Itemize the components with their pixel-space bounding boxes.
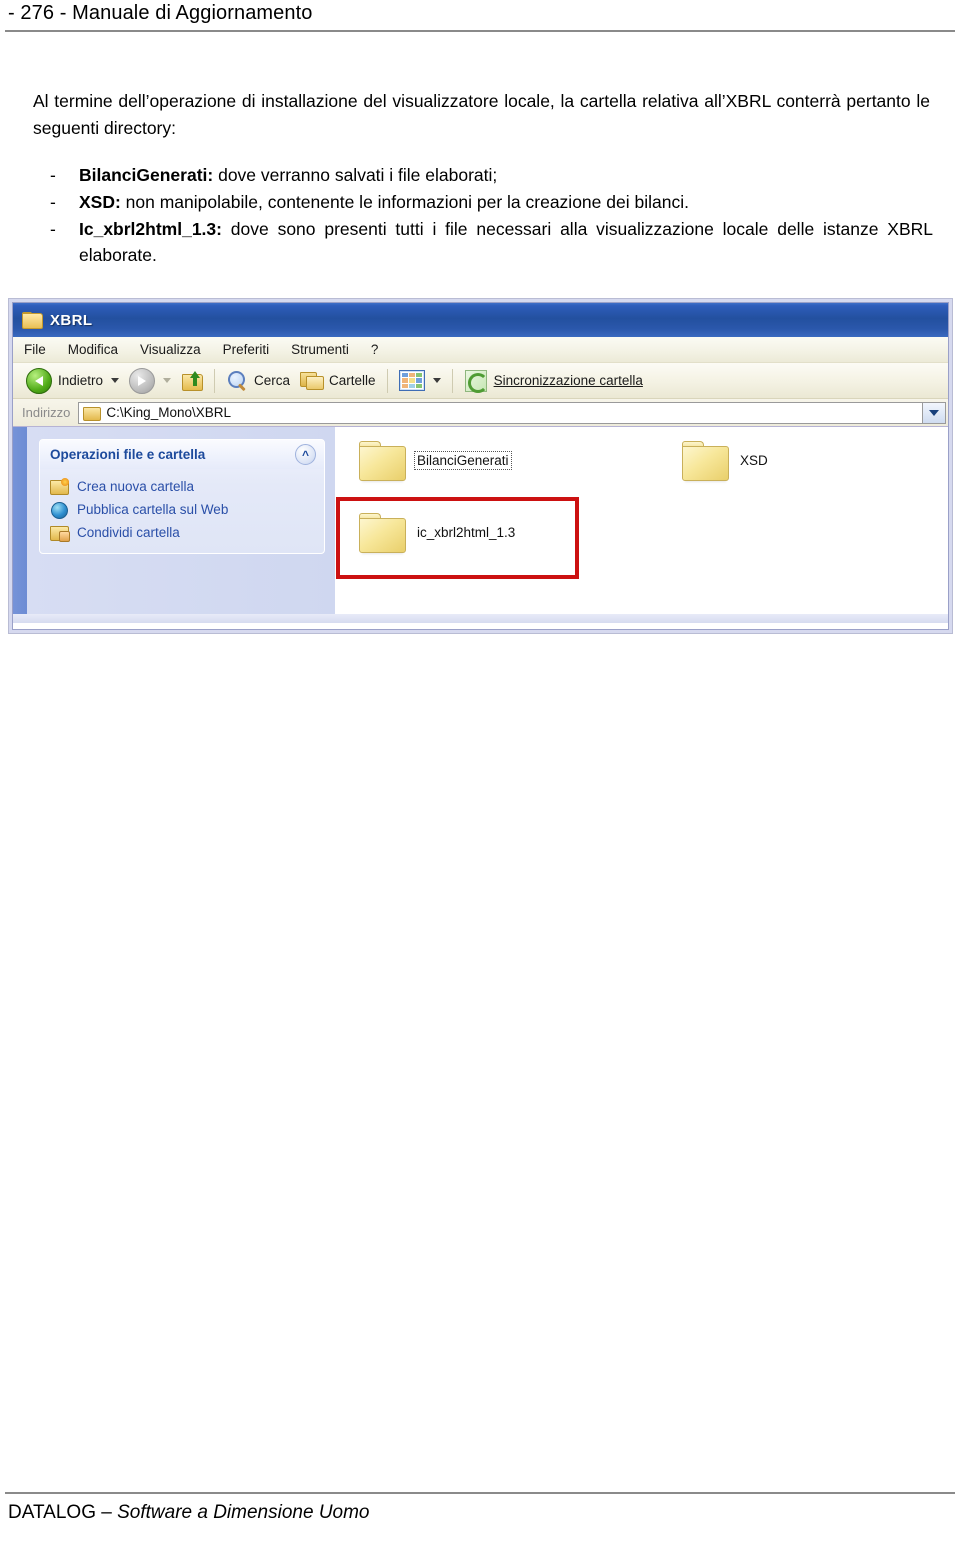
list-item-text: dove verranno salvati i file elaborati; <box>213 165 498 185</box>
toolbar: Indietro Cerca Cartelle Sincronizzazione… <box>13 363 948 399</box>
folder-icon <box>83 406 102 421</box>
folders-button[interactable]: Cartelle <box>295 366 381 396</box>
footer-tagline: Software a Dimensione Uomo <box>117 1502 370 1523</box>
folders-button-label: Cartelle <box>329 373 376 388</box>
status-bar <box>13 614 948 623</box>
footer-divider <box>5 1492 955 1494</box>
explorer-window: XBRL File Modifica Visualizza Preferiti … <box>12 302 949 630</box>
menu-item-preferiti[interactable]: Preferiti <box>223 342 270 357</box>
menu-item-strumenti[interactable]: Strumenti <box>291 342 349 357</box>
task-list: Crea nuova cartella Pubblica cartella su… <box>40 469 324 553</box>
task-pane: Operazioni file e cartella ^ Crea nuova … <box>13 427 335 623</box>
task-group-file-folder-operations: Operazioni file e cartella ^ Crea nuova … <box>39 439 325 554</box>
back-arrow-icon <box>26 367 52 394</box>
collapse-button[interactable]: ^ <box>295 444 316 465</box>
folder-label-bilancigenerati: BilanciGenerati <box>414 450 512 470</box>
document-body: Al termine dell’operazione di installazi… <box>33 88 933 269</box>
search-button[interactable]: Cerca <box>221 366 295 396</box>
list-item-text: non manipolabile, contenente le informaz… <box>120 192 689 212</box>
folder-sync-button[interactable]: Sincronizzazione cartella <box>459 366 648 396</box>
task-item-label: Crea nuova cartella <box>77 479 195 494</box>
address-bar-label: Indirizzo <box>22 405 71 420</box>
toolbar-divider <box>451 368 453 393</box>
list-item-term: BilanciGenerati: <box>79 165 214 185</box>
footer-text: DATALOG – Software a Dimensione Uomo <box>8 1502 370 1524</box>
chevron-down-icon[interactable] <box>432 378 441 383</box>
forward-arrow-icon <box>129 367 156 394</box>
bullet-dash: - <box>50 219 56 239</box>
bullet-dash: - <box>50 192 56 212</box>
window-titlebar: XBRL <box>13 303 948 337</box>
intro-paragraph: Al termine dell’operazione di installazi… <box>33 91 930 138</box>
up-folder-button[interactable] <box>176 366 208 396</box>
task-group-title: Operazioni file e cartella <box>50 447 206 462</box>
list-item[interactable]: BilanciGenerati <box>357 439 512 482</box>
back-button[interactable]: Indietro <box>21 366 124 396</box>
toolbar-divider <box>386 368 388 393</box>
chevron-down-icon <box>929 409 939 416</box>
folder-sync-label: Sincronizzazione cartella <box>493 373 643 388</box>
share-folder-icon <box>50 524 70 542</box>
back-button-label: Indietro <box>58 373 104 388</box>
menu-item-modifica[interactable]: Modifica <box>68 342 118 357</box>
folder-icon <box>357 511 407 554</box>
list-item: - BilanciGenerati: dove verranno salvati … <box>33 162 933 188</box>
search-icon <box>226 370 248 392</box>
globe-icon <box>50 501 69 519</box>
address-input[interactable]: C:\King_Mono\XBRL <box>78 401 922 424</box>
list-item[interactable]: ic_xbrl2html_1.3 <box>357 511 517 554</box>
task-group-header[interactable]: Operazioni file e cartella ^ <box>40 440 324 469</box>
chevron-up-double-icon: ^ <box>301 447 309 462</box>
explorer-content: Operazioni file e cartella ^ Crea nuova … <box>13 427 948 623</box>
task-item-label: Condividi cartella <box>77 525 180 540</box>
forward-button[interactable] <box>124 366 176 396</box>
window-title: XBRL <box>50 311 93 329</box>
folders-icon <box>300 371 325 390</box>
folder-icon <box>22 312 43 329</box>
task-item-publish-web[interactable]: Pubblica cartella sul Web <box>50 498 324 521</box>
task-item-label: Pubblica cartella sul Web <box>77 502 229 517</box>
menu-item-visualizza[interactable]: Visualizza <box>140 342 201 357</box>
directory-list: - BilanciGenerati: dove verranno salvati … <box>33 162 933 268</box>
list-item[interactable]: XSD <box>680 439 770 482</box>
toolbar-divider <box>214 368 216 393</box>
task-item-share-folder[interactable]: Condividi cartella <box>50 521 324 544</box>
list-item: - XSD: non manipolabile, contenente le in… <box>33 189 933 215</box>
menu-item-help[interactable]: ? <box>371 342 379 357</box>
sync-icon <box>464 369 488 393</box>
new-folder-icon <box>50 478 69 495</box>
list-item: - Ic_xbrl2html_1.3: dove sono presenti tu… <box>33 216 933 268</box>
bullet-dash: - <box>50 165 56 185</box>
page-header-title: - 276 - Manuale di Aggiornamento <box>8 2 313 24</box>
page-header: - 276 - Manuale di Aggiornamento <box>0 0 960 34</box>
file-list-pane[interactable]: BilanciGenerati XSD ic_xbrl2html_1.3 <box>335 427 948 623</box>
search-button-label: Cerca <box>254 373 291 388</box>
list-item-term: XSD: <box>79 192 121 212</box>
address-dropdown-button[interactable] <box>922 401 946 424</box>
views-button[interactable] <box>394 366 446 396</box>
folder-label-ic-xbrl2html: ic_xbrl2html_1.3 <box>417 524 516 540</box>
folder-label-xsd: XSD <box>740 452 768 468</box>
explorer-screenshot: XBRL File Modifica Visualizza Preferiti … <box>8 298 953 634</box>
folder-icon <box>680 439 730 482</box>
chevron-down-icon[interactable] <box>163 378 172 383</box>
chevron-down-icon[interactable] <box>111 378 120 383</box>
views-grid-icon <box>398 370 425 391</box>
footer-brand: DATALOG – <box>8 1502 118 1523</box>
menu-item-file[interactable]: File <box>24 342 46 357</box>
task-item-new-folder[interactable]: Crea nuova cartella <box>50 475 324 498</box>
up-folder-icon <box>181 370 204 391</box>
folder-icon <box>357 439 407 482</box>
address-bar: Indirizzo C:\King_Mono\XBRL <box>13 399 948 427</box>
list-item-term: Ic_xbrl2html_1.3: <box>79 219 222 239</box>
header-divider <box>5 30 955 32</box>
address-path-value: C:\King_Mono\XBRL <box>106 405 231 420</box>
menu-bar: File Modifica Visualizza Preferiti Strum… <box>13 337 948 363</box>
